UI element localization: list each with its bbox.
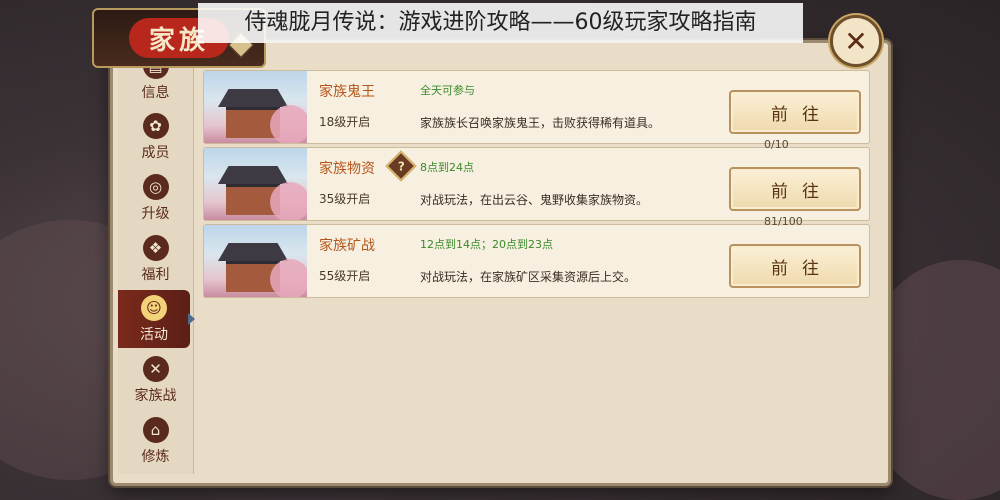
sidebar-item-label: 福利 bbox=[141, 267, 170, 283]
question-mark: ? bbox=[397, 159, 405, 173]
activity-description: 对战玩法，在出云谷、鬼野收集家族物资。 bbox=[420, 193, 649, 207]
temple-icon: ⌂ bbox=[142, 417, 169, 443]
activity-face-icon: ☺ bbox=[141, 295, 167, 321]
activity-time: 12点到14点；20点到23点 bbox=[420, 238, 553, 251]
cherry-blossom bbox=[270, 105, 307, 143]
activity-time: 8点到24点 bbox=[420, 161, 474, 174]
sidebar-item-welfare[interactable]: ❖ 福利 bbox=[118, 230, 193, 288]
go-button[interactable]: 前往 bbox=[729, 244, 861, 288]
members-flower-icon: ✿ bbox=[142, 113, 169, 139]
activity-name: 家族物资 bbox=[319, 161, 375, 177]
sidebar-item-label: 成员 bbox=[141, 145, 170, 161]
activity-progress: 0/10 bbox=[764, 138, 789, 151]
activity-description: 家族族长召唤家族鬼王，击败获得稀有道具。 bbox=[420, 116, 661, 130]
sidebar-item-family-war[interactable]: ✕ 家族战 bbox=[118, 351, 193, 409]
activity-thumbnail bbox=[204, 225, 307, 297]
cherry-blossom bbox=[270, 259, 307, 297]
sidebar-item-cultivate[interactable]: ⌂ 修炼 bbox=[118, 412, 193, 470]
help-question-icon[interactable]: ? bbox=[385, 150, 417, 182]
activity-row-family-mine-war: 家族矿战 55级开启 12点到14点；20点到23点 对战玩法，在家族矿区采集资… bbox=[203, 215, 870, 298]
activity-unlock-level: 35级开启 bbox=[319, 192, 371, 206]
article-title-banner: 侍魂胧月传说：游戏进阶攻略——60级玩家攻略指南 bbox=[198, 3, 803, 43]
close-button[interactable]: ✕ bbox=[830, 15, 882, 67]
temple-roof bbox=[218, 166, 288, 184]
temple-roof bbox=[218, 243, 288, 261]
activity-row-family-supplies: 家族物资 ? 35级开启 8点到24点 对战玩法，在出云谷、鬼野收集家族物资。 … bbox=[203, 138, 870, 221]
go-button[interactable]: 前往 bbox=[729, 167, 861, 211]
activity-unlock-level: 55级开启 bbox=[319, 269, 371, 283]
sidebar-item-label: 升级 bbox=[141, 206, 170, 222]
sidebar-item-upgrade[interactable]: ◎ 升级 bbox=[118, 169, 193, 227]
sidebar-item-activity[interactable]: ☺ 活动 bbox=[118, 290, 190, 348]
activity-name: 家族矿战 bbox=[319, 238, 375, 254]
activity-description: 对战玩法，在家族矿区采集资源后上交。 bbox=[420, 270, 637, 284]
sidebar-item-label: 活动 bbox=[140, 327, 168, 343]
crossed-swords-icon: ✕ bbox=[142, 356, 169, 382]
go-button[interactable]: 前往 bbox=[729, 90, 861, 134]
gift-icon: ❖ bbox=[142, 235, 169, 261]
sidebar-item-label: 家族战 bbox=[134, 388, 177, 404]
sidebar-item-members[interactable]: ✿ 成员 bbox=[118, 108, 193, 166]
sidebar-item-label: 信息 bbox=[141, 85, 170, 101]
family-sidebar: ▤ 信息 ✿ 成员 ◎ 升级 ❖ 福利 ☺ 活动 ✕ 家族战 ⌂ 修炼 bbox=[118, 48, 194, 474]
activity-thumbnail bbox=[204, 71, 307, 143]
sidebar-item-label: 修炼 bbox=[141, 449, 170, 465]
cherry-blossom bbox=[270, 182, 307, 220]
activity-unlock-level: 18级开启 bbox=[319, 115, 371, 129]
activity-name: 家族鬼王 bbox=[319, 84, 375, 100]
activity-progress: 81/100 bbox=[764, 215, 803, 228]
activity-time: 全天可参与 bbox=[420, 84, 475, 97]
active-tab-arrow-icon bbox=[188, 313, 195, 325]
upgrade-icon: ◎ bbox=[142, 174, 169, 200]
activity-row-family-ghost-king: 家族鬼王 18级开启 全天可参与 家族族长召唤家族鬼王，击败获得稀有道具。 前往 bbox=[203, 70, 870, 144]
x-icon: ✕ bbox=[844, 24, 868, 58]
activity-thumbnail bbox=[204, 148, 307, 220]
temple-roof bbox=[218, 89, 288, 107]
